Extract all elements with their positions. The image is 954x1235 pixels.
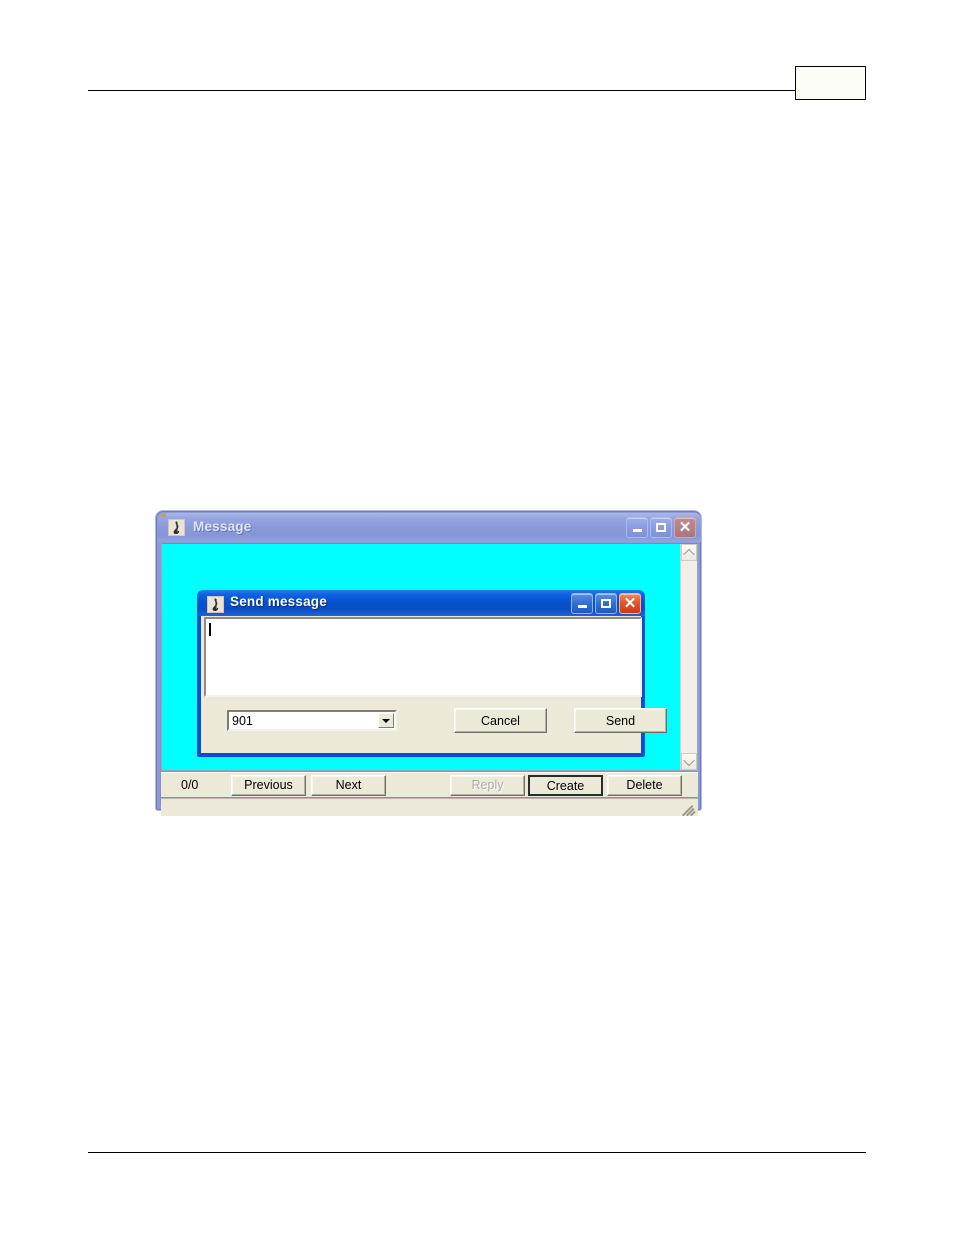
message-window-titlebar[interactable]: Message ✕: [158, 513, 701, 542]
message-window[interactable]: Message ✕ Send message ✕ 901 Cancel Send…: [156, 511, 701, 816]
minimize-button[interactable]: [626, 517, 648, 538]
recipient-combo-value: 901: [232, 713, 253, 728]
page-number-box: [795, 66, 866, 100]
faint-mark-right: [152, 330, 244, 344]
message-text-input[interactable]: [204, 617, 642, 697]
send-message-body: 901 Cancel Send: [200, 616, 667, 754]
minimize-icon: [632, 529, 642, 532]
delete-button[interactable]: Delete: [607, 775, 682, 796]
message-window-client-area: Send message ✕ 901 Cancel Send: [161, 543, 698, 771]
maximize-button[interactable]: [595, 593, 617, 614]
app-note-icon: [207, 596, 224, 613]
reply-button: Reply: [450, 775, 525, 796]
minimize-icon: [577, 605, 587, 608]
page-header: [0, 0, 954, 120]
footer-rule: [88, 1152, 866, 1153]
message-window-title: Message: [193, 519, 252, 534]
text-caret: [209, 623, 211, 636]
header-rule: [88, 90, 866, 91]
cancel-button[interactable]: Cancel: [454, 708, 547, 733]
maximize-icon: [601, 599, 611, 608]
scroll-down-icon: [683, 754, 695, 766]
message-window-controls: ✕: [626, 517, 696, 538]
send-message-control-row: 901 Cancel Send: [201, 702, 667, 750]
app-note-icon: [168, 519, 185, 536]
send-message-titlebar[interactable]: Send message ✕: [197, 590, 645, 616]
record-counter: 0/0: [181, 778, 199, 792]
maximize-icon: [656, 523, 666, 532]
previous-button[interactable]: Previous: [231, 775, 306, 796]
message-window-toolbar: 0/0 Previous Next Reply Create Delete: [161, 772, 698, 797]
close-icon: ✕: [623, 594, 637, 612]
next-button[interactable]: Next: [311, 775, 386, 796]
chevron-down-icon: [382, 718, 390, 723]
close-icon: ✕: [678, 518, 692, 536]
send-button[interactable]: Send: [574, 708, 667, 733]
resize-grip-icon[interactable]: [682, 801, 696, 816]
send-message-dialog[interactable]: Send message ✕ 901 Cancel Send: [197, 590, 667, 757]
recipient-combo[interactable]: 901: [227, 710, 397, 731]
client-vertical-scrollbar[interactable]: [680, 544, 697, 770]
scroll-up-icon: [683, 548, 695, 560]
close-button[interactable]: ✕: [619, 593, 641, 614]
scroll-down-button[interactable]: [681, 753, 697, 770]
send-message-controls: ✕: [571, 593, 641, 614]
send-message-title: Send message: [230, 594, 327, 609]
message-window-statusbar: [161, 798, 698, 816]
close-button[interactable]: ✕: [674, 517, 696, 538]
recipient-combo-arrow-button[interactable]: [378, 713, 394, 728]
scroll-up-button[interactable]: [681, 544, 697, 561]
minimize-button[interactable]: [571, 593, 593, 614]
create-button[interactable]: Create: [528, 775, 603, 796]
maximize-button[interactable]: [650, 517, 672, 538]
